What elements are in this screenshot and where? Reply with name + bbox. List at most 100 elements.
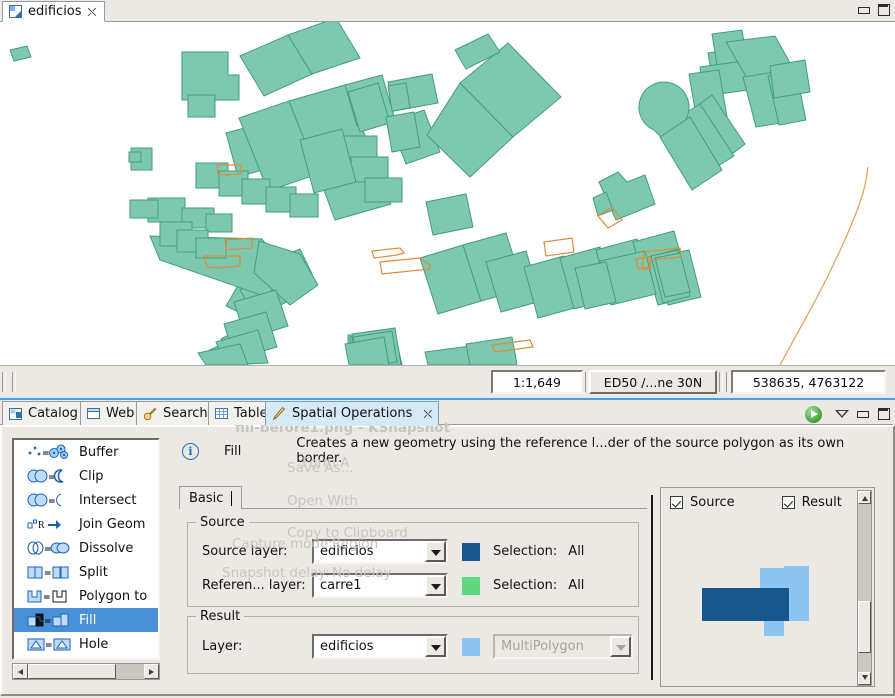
map-vector-layers [9,22,869,365]
reference-selection-value: All [568,578,585,593]
operation-label: Split [79,564,108,580]
text-caret [231,490,233,506]
reference-color-swatch [462,576,480,595]
result-geometry-type-value: MultiPolygon [501,639,584,654]
operation-item-polygon-to[interactable]: = Polygon to [14,584,158,608]
polygon-to-op-icon: = [27,590,67,603]
operation-info-title: Fill [224,443,242,459]
operation-item-hole[interactable]: = Hole [14,632,158,656]
tab-spatial-operations[interactable]: Spatial Operations ⛌ [265,401,440,426]
close-icon[interactable]: ⛌ [423,408,432,420]
result-layer-label: Layer: [202,639,243,654]
source-group-title: Source [196,515,249,530]
scrollbar-track[interactable] [116,664,144,679]
map-tab-edificios[interactable]: edificios ⛌ [2,1,105,22]
scrollbar-thumb[interactable] [28,664,116,679]
source-layer-value: edificios [320,544,374,559]
checkmark-icon [670,496,683,509]
tab-web-label: Web [106,406,135,421]
scrollbar-thumb[interactable] [858,601,871,653]
chevron-down-icon[interactable] [425,636,446,657]
search-icon [143,407,157,420]
result-group: Result Layer: edificios MultiPolygon [187,609,639,674]
svg-text:=: = [42,449,50,459]
scroll-left-icon[interactable] [13,664,28,679]
operation-item-dissolve[interactable]: = Dissolve [14,536,158,560]
preview-canvas [702,566,809,636]
chevron-down-icon[interactable] [610,636,631,657]
operation-form-panel: Basic Source Source layer: edificios Sel… [179,486,647,691]
scroll-right-icon[interactable] [144,664,159,679]
svg-text:R: R [38,520,45,531]
svg-text:=: = [43,593,51,603]
tab-catalog-label: Catalog [28,406,78,421]
operation-item-buffer[interactable]: = Buffer [14,440,158,464]
checkbox-result-label: Result [801,495,842,510]
result-layer-value: edificios [320,639,374,654]
chevron-down-icon[interactable] [835,410,849,418]
tab-catalog[interactable]: Catalog [2,401,85,425]
tab-spatial-operations-label: Spatial Operations [292,406,413,421]
run-play-icon[interactable] [805,406,822,423]
operation-info-bar: i Fill Creates a new geometry using the … [174,436,886,466]
operation-item-split[interactable]: = Split [14,560,158,584]
svg-text:=: = [44,545,52,555]
scale-field[interactable]: 1:1,649 [491,370,583,394]
operations-horizontal-scrollbar[interactable] [12,663,160,680]
intersect-op-icon: = [27,493,62,507]
web-icon [87,407,100,419]
operation-label: Buffer [79,444,119,460]
checkbox-source[interactable]: Source [670,495,735,510]
fill-op-icon: = [27,613,69,627]
tab-basic-label: Basic [189,490,224,506]
catalog-icon [9,407,22,420]
map-window-controls [857,4,890,16]
operation-label: Fill [79,612,97,628]
operation-item-clip[interactable]: = Clip [14,464,158,488]
dissolve-op-icon: = [27,541,70,555]
operation-item-fill[interactable]: = Fill [14,608,158,632]
svg-text:=: = [45,641,53,651]
reference-layer-combo[interactable]: carre1 [312,573,448,598]
maximize-icon[interactable] [877,408,890,420]
layer-icon [9,5,22,18]
spatial-operations-icon [272,406,286,421]
operation-label: Clip [79,468,104,484]
tab-search-label: Search [163,406,208,421]
tab-web[interactable]: Web [80,401,142,425]
tab-table-label: Table [234,406,268,421]
operation-item-join-geom[interactable]: R Join Geom [14,512,158,536]
crs-button[interactable]: ED50 /...ne 30N [589,370,717,394]
table-icon [215,407,228,419]
result-layer-combo[interactable]: edificios [312,634,448,659]
operation-item-intersect[interactable]: = Intersect [14,488,158,512]
chevron-down-icon[interactable] [425,575,446,596]
maximize-icon[interactable] [877,4,890,16]
operations-list[interactable]: = Buffer = Clip = Intersect R Join Geom … [12,438,160,660]
map-canvas[interactable] [0,22,895,365]
preview-vertical-scrollbar[interactable] [857,490,872,686]
chevron-down-icon[interactable] [425,541,446,562]
result-group-title: Result [196,609,245,624]
source-color-swatch [462,542,480,561]
reference-layer-label: Referen... layer: [202,578,306,593]
tab-basic[interactable]: Basic [179,486,243,509]
scroll-up-icon[interactable] [858,491,871,504]
preview-source-shape [702,588,789,621]
source-layer-label: Source layer: [202,544,288,559]
minimize-icon[interactable] [857,4,870,15]
operation-label: Polygon to [79,588,148,604]
tab-search[interactable]: Search [136,401,215,425]
dock-tab-strip: fill-before1.png - KSnapshot Catalog Web [0,400,895,436]
checkbox-result[interactable]: Result [781,495,842,510]
reference-selection-label: Selection: [493,578,558,593]
preview-legend: Source Result [670,495,842,510]
preview-panel: Source Result [660,487,875,687]
result-geometry-type-combo[interactable]: MultiPolygon [493,634,633,659]
operation-label: Intersect [79,492,137,508]
close-icon[interactable]: ⛌ [88,6,97,18]
scroll-down-icon[interactable] [858,672,871,685]
source-layer-combo[interactable]: edificios [312,539,448,564]
minimize-icon[interactable] [856,408,869,419]
map-status-bar: 1:1,649 ED50 /...ne 30N 538635, 4763122 [0,365,895,398]
